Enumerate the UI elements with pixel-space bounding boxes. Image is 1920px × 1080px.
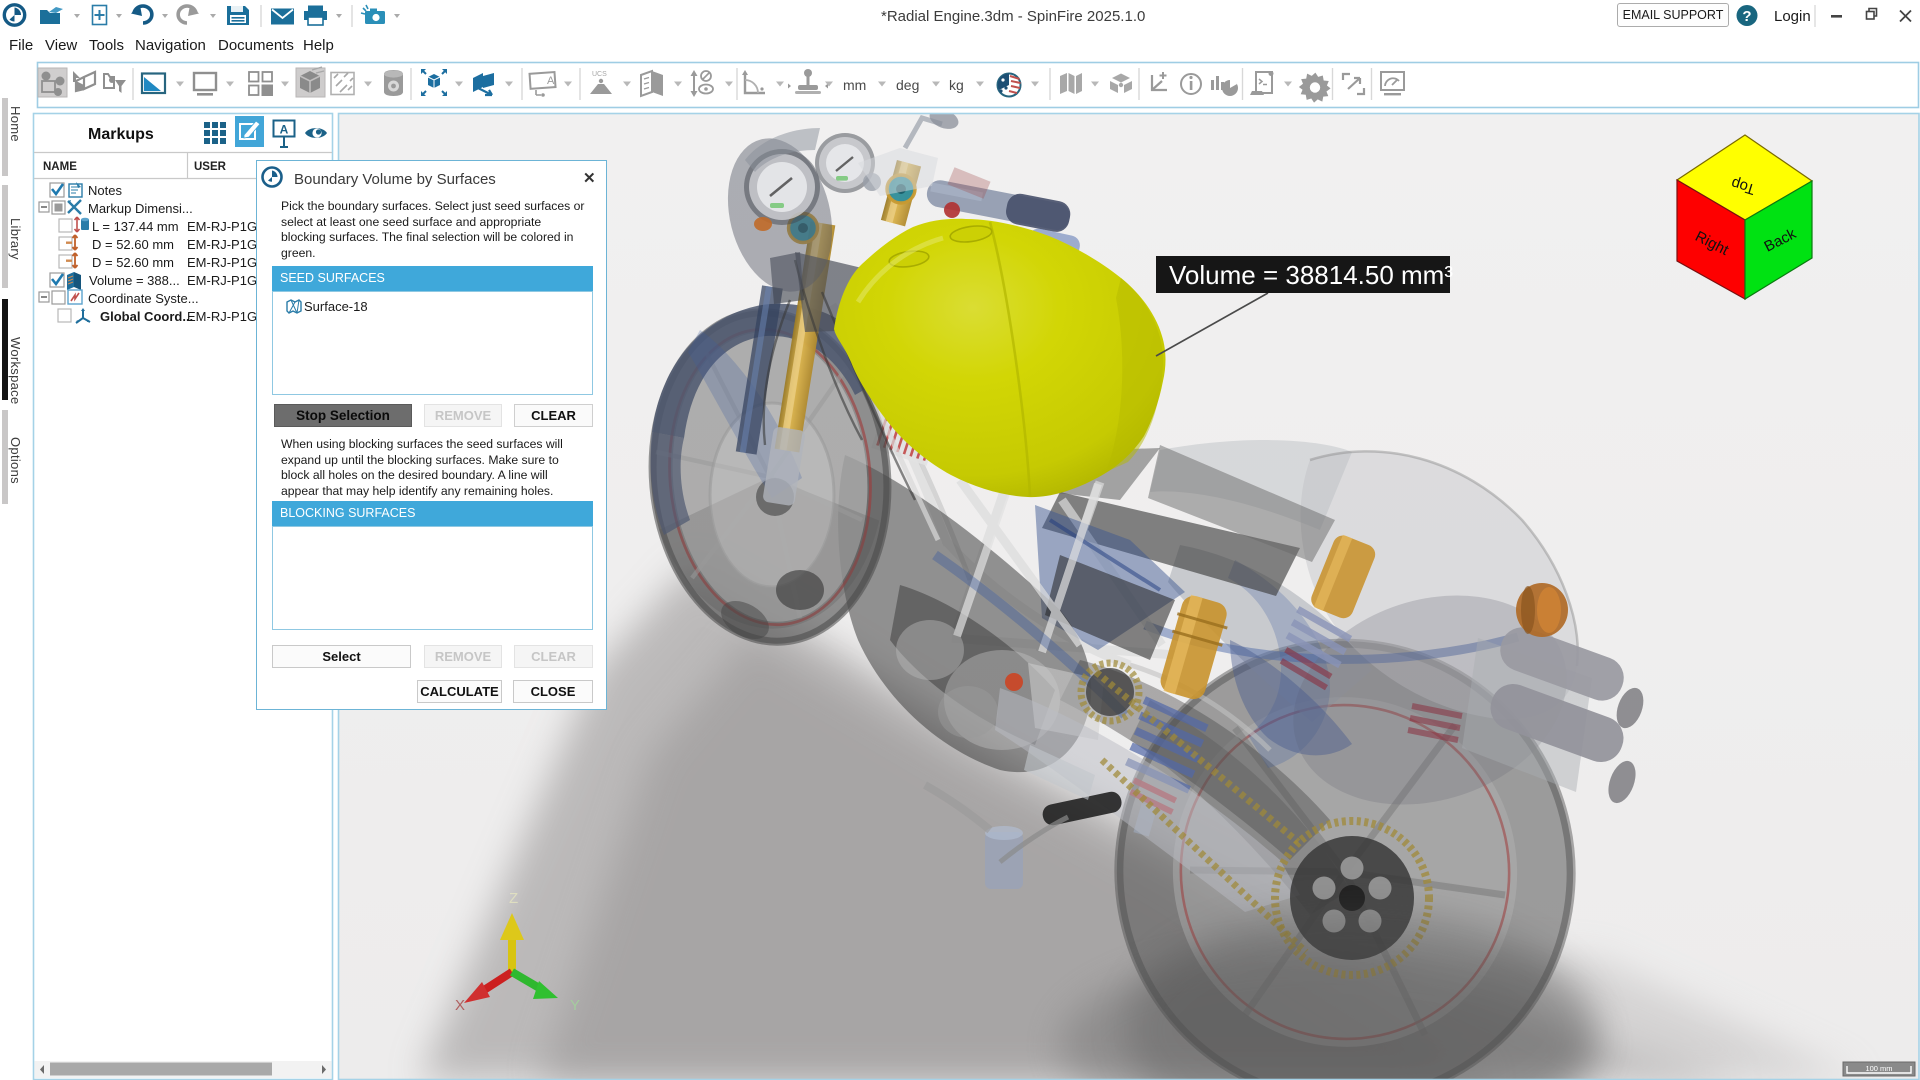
- svg-text:?: ?: [1742, 8, 1751, 25]
- svg-text:A: A: [280, 123, 289, 137]
- svg-text:Z: Z: [509, 890, 518, 907]
- svg-text:UCS: UCS: [592, 71, 607, 78]
- svg-text:X: X: [455, 997, 465, 1014]
- svg-text:Y: Y: [570, 997, 580, 1014]
- svg-text:A: A: [547, 75, 555, 87]
- svg-text:Volume = 38814.50 mm³: Volume = 38814.50 mm³: [1169, 260, 1453, 290]
- svg-text:100 mm: 100 mm: [1865, 1064, 1892, 1073]
